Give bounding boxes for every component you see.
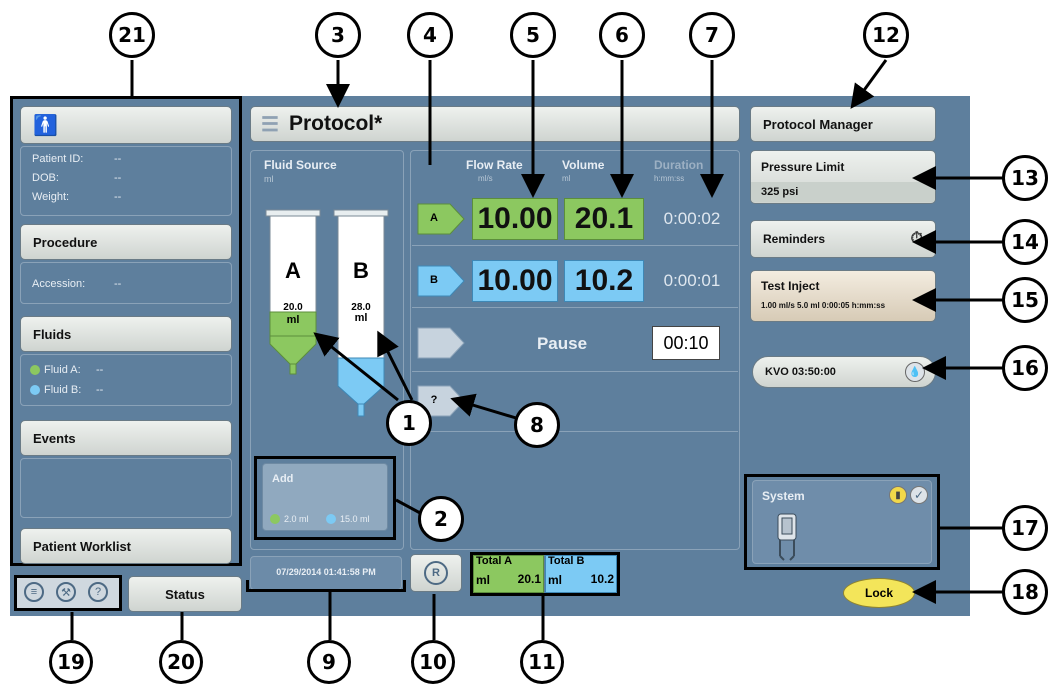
callout-21: 21 (109, 12, 155, 58)
callout-14: 14 (1002, 219, 1048, 265)
callout-15: 15 (1002, 277, 1048, 323)
callout-arrows (70, 59, 1006, 640)
callout-10: 10 (411, 640, 455, 684)
callout-5: 5 (510, 12, 556, 58)
callout-17: 17 (1002, 505, 1048, 551)
callout-6: 6 (599, 12, 645, 58)
callout-13: 13 (1002, 155, 1048, 201)
callout-3: 3 (315, 12, 361, 58)
callout-2: 2 (418, 496, 464, 542)
callout-7: 7 (689, 12, 735, 58)
callout-12: 12 (863, 12, 909, 58)
callout-19: 19 (49, 640, 93, 684)
callout-11: 11 (520, 640, 564, 684)
callout-1: 1 (386, 400, 432, 446)
callout-18: 18 (1002, 569, 1048, 615)
callout-20: 20 (159, 640, 203, 684)
callout-4: 4 (407, 12, 453, 58)
callout-9: 9 (307, 640, 351, 684)
callout-8: 8 (514, 402, 560, 448)
callout-16: 16 (1002, 345, 1048, 391)
